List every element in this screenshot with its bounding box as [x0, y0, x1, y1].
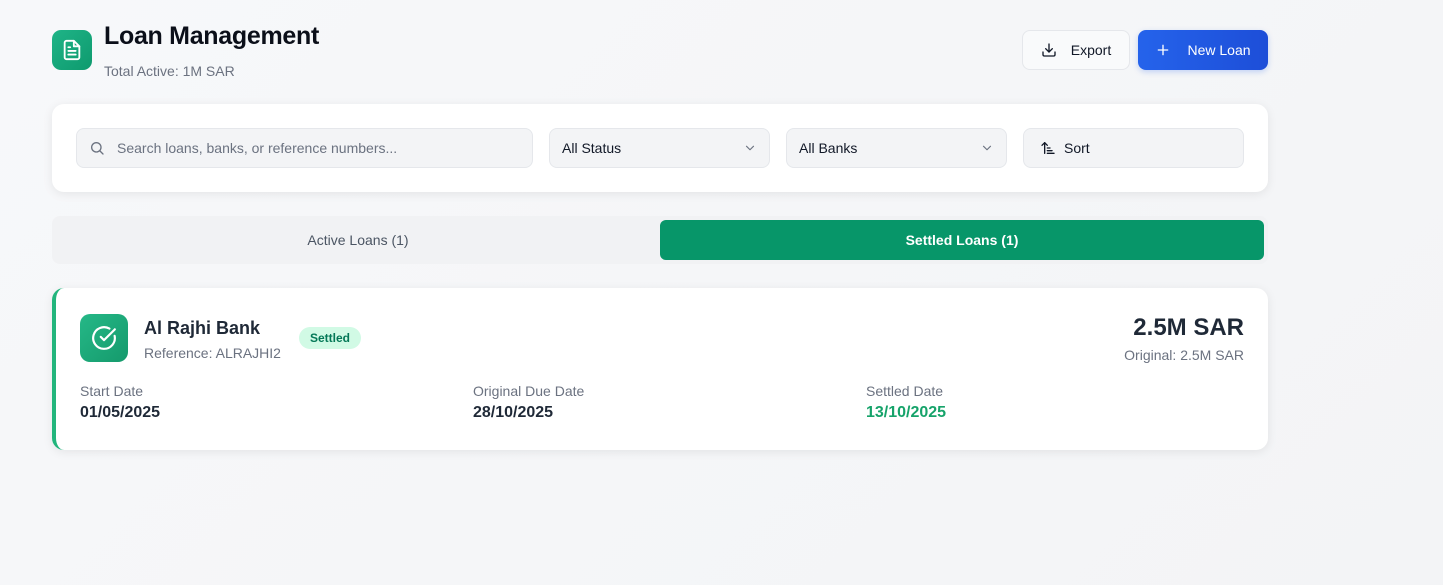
loan-status-icon-tile: [80, 314, 128, 362]
status-filter-select[interactable]: All Status: [549, 128, 770, 168]
export-button-label: Export: [1070, 42, 1112, 58]
start-date-label: Start Date: [80, 383, 144, 399]
settled-date-label: Settled Date: [866, 383, 944, 399]
loan-card[interactable]: Al Rajhi Bank Reference: ALRAJHI2 Settle…: [52, 288, 1268, 450]
loan-amount: 2.5M SAR: [1133, 314, 1244, 341]
new-loan-button-label: New Loan: [1187, 42, 1251, 58]
start-date-value: 01/05/2025: [80, 404, 161, 421]
loan-original-amount: Original: 2.5M SAR: [1124, 347, 1244, 363]
document-icon: [63, 39, 81, 61]
page-title: Loan Management: [104, 22, 319, 50]
chevron-down-icon: [982, 145, 992, 151]
bank-name: Al Rajhi Bank: [144, 318, 261, 338]
plus-icon: [1158, 44, 1169, 56]
bank-filter-value: All Banks: [799, 140, 858, 156]
export-button[interactable]: Export: [1022, 30, 1130, 70]
loan-reference: Reference: ALRAJHI2: [144, 345, 281, 361]
new-loan-button[interactable]: New Loan: [1138, 30, 1268, 70]
filter-bar: All Status All Banks Sort: [52, 104, 1268, 192]
loan-tabs: Active Loans (1) Settled Loans (1): [52, 216, 1268, 264]
sort-icon: [1041, 142, 1055, 154]
sort-button-label: Sort: [1064, 140, 1090, 156]
settled-date-value: 13/10/2025: [866, 404, 947, 421]
search-icon: [91, 142, 104, 155]
app-logo: [52, 30, 92, 70]
search-input[interactable]: [117, 140, 517, 156]
check-circle-icon: [92, 326, 116, 350]
original-due-date-value: 28/10/2025: [473, 404, 554, 421]
status-filter-value: All Status: [562, 140, 622, 156]
original-due-date-label: Original Due Date: [473, 383, 585, 399]
page-header: Loan Management Total Active: 1M SAR Exp…: [52, 22, 1268, 82]
status-badge: Settled: [299, 327, 362, 349]
tab-active-loans[interactable]: Active Loans (1): [56, 220, 660, 260]
download-icon: [1042, 43, 1056, 57]
search-box[interactable]: [76, 128, 533, 168]
chevron-down-icon: [745, 145, 755, 151]
bank-filter-select[interactable]: All Banks: [786, 128, 1007, 168]
total-active-summary: Total Active: 1M SAR: [104, 63, 235, 79]
sort-button[interactable]: Sort: [1023, 128, 1244, 168]
tab-settled-loans[interactable]: Settled Loans (1): [660, 220, 1264, 260]
